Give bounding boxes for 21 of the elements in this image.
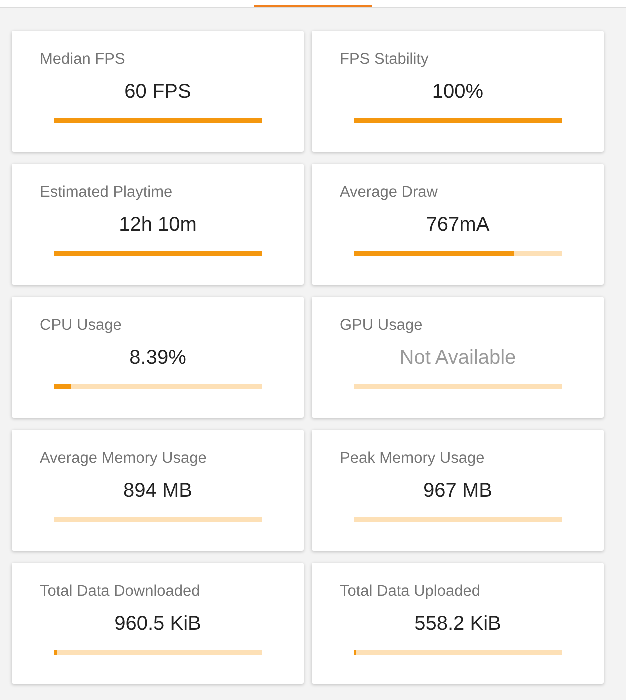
metric-value: 767mA [426, 213, 490, 238]
metric-label: Total Data Downloaded [40, 583, 200, 601]
metric-label: Median FPS [40, 51, 126, 69]
metric-value: 960.5 KiB [114, 612, 202, 637]
metric-label: Average Draw [340, 184, 438, 202]
metric-value: 967 MB [424, 479, 492, 504]
metric-label: Total Data Uploaded [340, 583, 480, 601]
metric-label: GPU Usage [340, 317, 423, 335]
metric-value: 8.39% [130, 346, 186, 371]
metric-value: 12h 10m [119, 213, 197, 238]
metric-label: CPU Usage [40, 317, 122, 335]
metric-value: 894 MB [124, 479, 192, 504]
tab-indicator[interactable] [254, 5, 372, 7]
metric-value: 558.2 KiB [414, 612, 502, 637]
metric-label: Average Memory Usage [40, 450, 207, 468]
metric-label: Estimated Playtime [40, 184, 173, 202]
metric-label: Peak Memory Usage [340, 450, 485, 468]
metric-value: 100% [432, 80, 484, 105]
metric-value: Not Available [400, 346, 516, 371]
metric-label: FPS Stability [340, 51, 429, 69]
metric-value: 60 FPS [124, 80, 192, 105]
